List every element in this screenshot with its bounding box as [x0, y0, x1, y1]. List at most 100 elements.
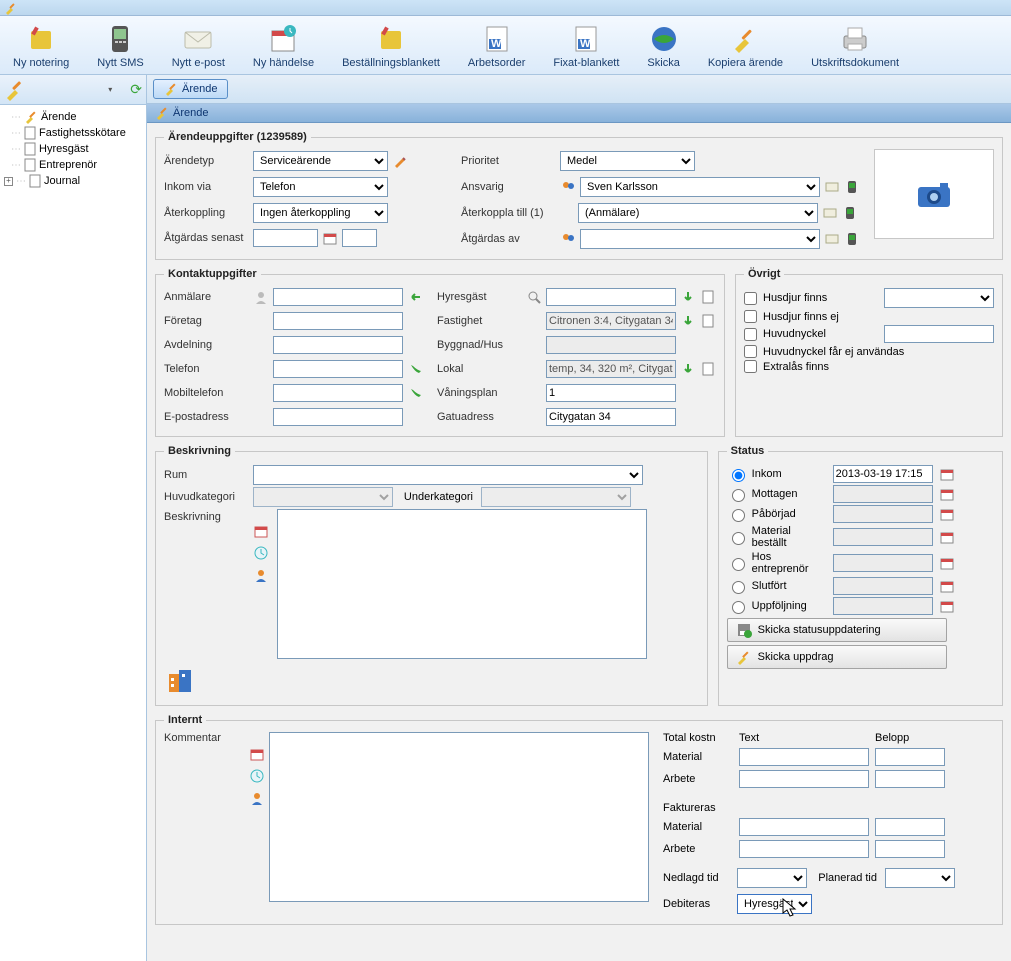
arb-belopp-input[interactable]	[875, 770, 945, 788]
detail-icon[interactable]	[700, 313, 716, 329]
anmalare-input[interactable]	[273, 288, 403, 306]
arrow-down-icon[interactable]	[680, 313, 696, 329]
fakt-mat-text-input[interactable]	[739, 818, 869, 836]
clock-icon[interactable]	[253, 545, 269, 561]
phone-action-icon[interactable]	[407, 361, 423, 377]
ater-till-select[interactable]: (Anmälare)	[578, 203, 818, 223]
people-icon[interactable]	[560, 231, 576, 247]
huvudkat-select[interactable]	[253, 487, 393, 507]
phone-icon[interactable]	[844, 179, 860, 195]
ansvarig-select[interactable]: Sven Karlsson	[580, 177, 820, 197]
send-button[interactable]: Skicka	[642, 20, 684, 72]
fakt-arb-text-input[interactable]	[739, 840, 869, 858]
aterkoppling-select[interactable]: Ingen återkoppling	[253, 203, 388, 223]
arrow-down-icon[interactable]	[680, 289, 696, 305]
copy-case-button[interactable]: Kopiera ärende	[703, 20, 788, 72]
new-email-button[interactable]: Nytt e-post	[167, 20, 230, 72]
building-icon[interactable]	[164, 663, 196, 695]
person-icon[interactable]	[253, 567, 269, 583]
work-order-button[interactable]: W Arbetsorder	[463, 20, 530, 72]
status-inkom-radio[interactable]	[732, 469, 745, 482]
status-material-radio[interactable]	[732, 532, 745, 545]
envelope-icon[interactable]	[822, 205, 838, 221]
datepicker-icon[interactable]	[939, 555, 955, 571]
envelope-icon[interactable]	[824, 231, 840, 247]
status-mottagen-radio[interactable]	[732, 489, 745, 502]
husdjur-checkbox[interactable]	[744, 292, 757, 305]
hyresgast-input[interactable]	[546, 288, 676, 306]
planerad-select[interactable]	[885, 868, 955, 888]
detail-icon[interactable]	[700, 289, 716, 305]
order-form-button[interactable]: Beställningsblankett	[337, 20, 445, 72]
vaning-input[interactable]	[546, 384, 676, 402]
arrow-down-icon[interactable]	[680, 361, 696, 377]
mat-belopp-input[interactable]	[875, 748, 945, 766]
beskrivning-textarea[interactable]	[277, 509, 647, 659]
gatu-input[interactable]	[546, 408, 676, 426]
foretag-input[interactable]	[273, 312, 403, 330]
debiteras-select[interactable]: Hyresgäst	[737, 894, 812, 914]
epost-input[interactable]	[273, 408, 403, 426]
photo-placeholder[interactable]	[874, 149, 994, 239]
prio-select[interactable]: Medel	[560, 151, 695, 171]
extralas-checkbox[interactable]	[744, 360, 757, 373]
inkom-select[interactable]: Telefon	[253, 177, 388, 197]
detail-icon[interactable]	[700, 361, 716, 377]
husdjur-ej-checkbox[interactable]	[744, 310, 757, 323]
dropdown-arrow-icon[interactable]: ▾	[108, 85, 112, 94]
new-event-button[interactable]: Ny händelse	[248, 20, 319, 72]
status-entrepr-radio[interactable]	[732, 558, 745, 571]
print-doc-button[interactable]: Utskriftsdokument	[806, 20, 904, 72]
send-statusupdate-button[interactable]: Skicka statusuppdatering	[727, 618, 947, 642]
fixed-form-button[interactable]: W Fixat-blankett	[548, 20, 624, 72]
mat-text-input[interactable]	[739, 748, 869, 766]
tree-item-hyresgast[interactable]: ⋯ Hyresgäst	[2, 141, 144, 157]
edit-icon[interactable]	[392, 153, 408, 169]
telefon-input[interactable]	[273, 360, 403, 378]
search-icon[interactable]	[526, 289, 542, 305]
huvudnyckel-ej-checkbox[interactable]	[744, 345, 757, 358]
new-note-button[interactable]: Ny notering	[8, 20, 74, 72]
phone-icon[interactable]	[842, 205, 858, 221]
huvudnyckel-checkbox[interactable]	[744, 328, 757, 341]
rum-select[interactable]	[253, 465, 643, 485]
fakt-mat-belopp-input[interactable]	[875, 818, 945, 836]
tree-item-entreprenor[interactable]: ⋯ Entreprenör	[2, 157, 144, 173]
new-sms-button[interactable]: Nytt SMS	[92, 20, 148, 72]
datepicker-icon[interactable]	[939, 529, 955, 545]
underkat-select[interactable]	[481, 487, 631, 507]
atg-senast-time[interactable]	[342, 229, 377, 247]
envelope-icon[interactable]	[824, 179, 840, 195]
status-inkom-input[interactable]	[833, 465, 933, 483]
phone-action-icon[interactable]	[407, 385, 423, 401]
husdjur-select[interactable]	[884, 288, 994, 308]
status-uppfolj-radio[interactable]	[732, 601, 745, 614]
atg-senast-date[interactable]	[253, 229, 318, 247]
send-uppdrag-button[interactable]: Skicka uppdrag	[727, 645, 947, 669]
refresh-icon[interactable]: ⟳	[130, 81, 142, 98]
datepicker-icon[interactable]	[322, 230, 338, 246]
arb-text-input[interactable]	[739, 770, 869, 788]
avdelning-input[interactable]	[273, 336, 403, 354]
huvudnyckel-input[interactable]	[884, 325, 994, 343]
status-slutfort-radio[interactable]	[732, 581, 745, 594]
datepicker-icon[interactable]	[939, 598, 955, 614]
clock-icon[interactable]	[249, 768, 265, 784]
tree-item-fastighetsskotare[interactable]: ⋯ Fastighetsskötare	[2, 125, 144, 141]
expand-icon[interactable]: +	[4, 177, 13, 186]
datepicker-icon[interactable]	[939, 506, 955, 522]
mobil-input[interactable]	[273, 384, 403, 402]
nedlagd-select[interactable]	[737, 868, 807, 888]
status-paborjad-radio[interactable]	[732, 509, 745, 522]
arrow-left-icon[interactable]	[407, 289, 423, 305]
calendar-icon[interactable]	[249, 746, 265, 762]
datepicker-icon[interactable]	[939, 486, 955, 502]
datepicker-icon[interactable]	[939, 578, 955, 594]
datepicker-icon[interactable]	[939, 466, 955, 482]
kommentar-textarea[interactable]	[269, 732, 649, 902]
tree-item-journal[interactable]: + ⋯ Journal	[2, 173, 144, 189]
person-icon[interactable]	[249, 790, 265, 806]
fakt-arb-belopp-input[interactable]	[875, 840, 945, 858]
arendetyp-select[interactable]: Serviceärende	[253, 151, 388, 171]
atg-av-select[interactable]	[580, 229, 820, 249]
